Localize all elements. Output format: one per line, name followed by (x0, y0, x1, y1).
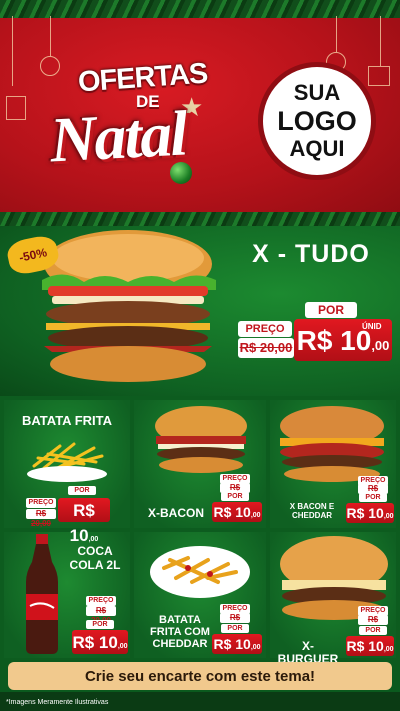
title-natal: Natal (48, 97, 188, 176)
cta-banner[interactable]: Crie seu encarte com este tema! (8, 662, 392, 690)
por-label: POR (86, 620, 114, 629)
pine-garland-divider (0, 212, 400, 226)
ornament-string (336, 16, 337, 52)
featured-por-label: POR (305, 302, 357, 318)
product-name: BATATA FRITA (21, 413, 112, 428)
product-name: X BACON E CHEDDAR (289, 502, 335, 520)
por-label: POR (359, 626, 387, 635)
featured-unit-label: ÚNID (362, 322, 382, 331)
featured-new-price-cents: ,00 (371, 338, 390, 353)
new-price-cents: ,00 (250, 512, 261, 519)
featured-preco-label: PREÇO (238, 321, 292, 337)
por-label: POR (68, 486, 96, 495)
por-label: POR (359, 493, 387, 502)
featured-old-price: R$ 20,00 (238, 338, 294, 358)
por-label: POR (221, 624, 249, 633)
por-label: POR (221, 492, 249, 501)
product-name: COCA COLA 2L (69, 544, 121, 572)
old-price: R$ 20,00 (358, 615, 388, 634)
new-price: R$ 10,00 (212, 634, 262, 654)
new-price-main: R$ 10 (213, 636, 251, 652)
logo-line-1: SUA (293, 80, 341, 105)
new-price-cents: ,00 (250, 644, 261, 651)
product-name: X-BACON (148, 506, 204, 520)
featured-new-price-main: R$ 10 (296, 325, 372, 356)
new-price-cents: ,00 (117, 643, 128, 650)
logo-placeholder: SUA LOGO AQUI (258, 62, 376, 180)
logo-line-3: AQUI (289, 136, 345, 161)
cheddar-fries-image (150, 546, 250, 598)
old-price: R$ 20,00 (26, 509, 56, 528)
ornament-string (380, 16, 381, 66)
new-price: R$ 10,00 (346, 503, 394, 523)
new-price-cents: ,00 (383, 646, 394, 653)
fries-image (27, 442, 107, 482)
big-burger-image (42, 230, 216, 382)
featured-product-name: X - TUDO (252, 240, 370, 268)
new-price-cents: ,00 (383, 513, 394, 520)
new-price-cents: ,00 (88, 536, 99, 543)
christmas-ball-icon (170, 162, 192, 184)
preco-label: PREÇO (86, 596, 116, 606)
product-name: BATATA FRITA COM CHEDDAR (150, 614, 210, 650)
ornament-string (12, 16, 13, 86)
new-price: R$ 10,00 (72, 630, 128, 654)
gift-icon (368, 66, 390, 86)
preco-label: PREÇO (26, 498, 56, 508)
header-banner: OFERTAS DE ★ Natal SUA LOGO AQUI (0, 0, 400, 218)
ornament-string (50, 16, 51, 56)
new-price: R$ 10,00 (58, 498, 110, 545)
footnote: *Imagens Meramente Ilustrativas (6, 699, 109, 706)
new-price-main: R$ 10 (346, 638, 384, 654)
pine-garland-top (0, 0, 400, 18)
old-price: R$ 20,00 (86, 606, 116, 625)
new-price-main: R$ 10 (346, 505, 384, 521)
coca-cola-bottle-image (26, 534, 58, 654)
christmas-offers-flyer: OFERTAS DE ★ Natal SUA LOGO AQUI -50% X … (0, 0, 400, 711)
new-price: R$ 10,00 (212, 502, 262, 522)
x-bacon-cheddar-image (280, 406, 384, 482)
logo-line-2: LOGO (277, 106, 357, 136)
new-price: R$ 10,00 (346, 636, 394, 656)
x-bacon-image (155, 406, 247, 473)
old-price: R$ 20,00 (220, 613, 250, 632)
new-price-main: R$ 10 (72, 633, 118, 652)
title-logo: OFERTAS DE ★ Natal (28, 58, 238, 184)
new-price-main: R$ 10 (213, 504, 251, 520)
gift-icon (6, 96, 26, 120)
